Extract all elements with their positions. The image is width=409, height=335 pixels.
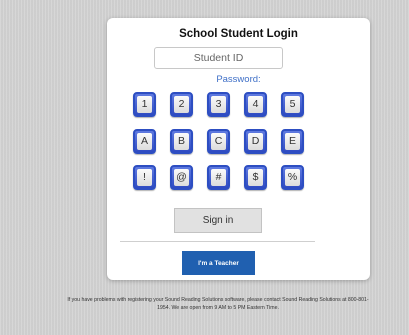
- keypad-key-dollar[interactable]: $: [244, 165, 267, 190]
- keypad-key-label: %: [285, 169, 300, 186]
- keypad-key-label: B: [174, 133, 189, 150]
- keypad-key-label: 5: [285, 96, 300, 113]
- keypad-key-label: $: [248, 169, 263, 186]
- keypad-key-label: #: [211, 169, 226, 186]
- keypad-key-2[interactable]: 2: [170, 92, 193, 117]
- keypad-key-label: 1: [137, 96, 152, 113]
- support-notice: If you have problems with registering yo…: [28, 297, 408, 312]
- keypad-key-percent[interactable]: %: [281, 165, 304, 190]
- keypad-key-label: C: [211, 133, 226, 150]
- keypad-key-4[interactable]: 4: [244, 92, 267, 117]
- teacher-login-button[interactable]: I'm a Teacher: [182, 251, 255, 275]
- keypad-key-a[interactable]: A: [133, 129, 156, 154]
- keypad-key-5[interactable]: 5: [281, 92, 304, 117]
- keypad-key-at[interactable]: @: [170, 165, 193, 190]
- keypad-key-exclamation[interactable]: !: [133, 165, 156, 190]
- keypad-key-label: 4: [248, 96, 263, 113]
- keypad-key-1[interactable]: 1: [133, 92, 156, 117]
- keypad-key-label: 3: [211, 96, 226, 113]
- student-id-input[interactable]: [154, 47, 283, 69]
- keypad-key-hash[interactable]: #: [207, 165, 230, 190]
- keypad-key-label: A: [137, 133, 152, 150]
- login-title: School Student Login: [179, 28, 298, 40]
- password-label: Password:: [216, 74, 261, 85]
- keypad-key-c[interactable]: C: [207, 129, 230, 154]
- keypad-key-label: @: [174, 169, 189, 186]
- keypad-key-b[interactable]: B: [170, 129, 193, 154]
- keypad-key-d[interactable]: D: [244, 129, 267, 154]
- keypad-key-label: 2: [174, 96, 189, 113]
- divider: [120, 241, 315, 242]
- login-card: School Student Login Password: 1 2 3 4 5…: [107, 18, 370, 280]
- keypad-key-e[interactable]: E: [281, 129, 304, 154]
- keypad-key-3[interactable]: 3: [207, 92, 230, 117]
- sign-in-button[interactable]: Sign in: [174, 208, 262, 233]
- keypad-key-label: E: [285, 133, 300, 150]
- keypad-key-label: D: [248, 133, 263, 150]
- support-notice-line: 1954. We are open from 9 AM to 5 PM East…: [157, 304, 279, 311]
- keypad-key-label: !: [137, 169, 152, 186]
- support-notice-line: If you have problems with registering yo…: [67, 297, 369, 303]
